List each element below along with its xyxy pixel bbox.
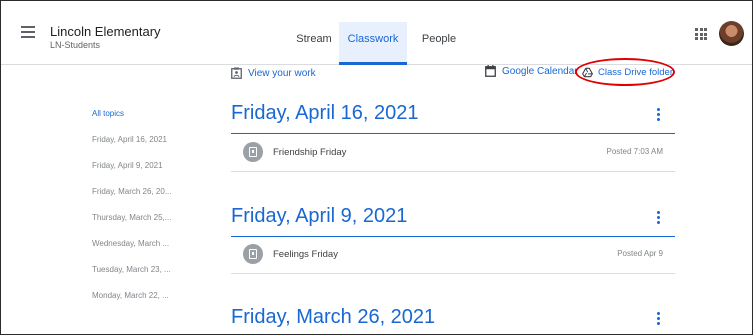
item-posted-time: Posted 7:03 AM (606, 147, 663, 156)
tab-classwork[interactable]: Classwork (339, 22, 407, 65)
google-calendar-link[interactable]: Google Calendar (485, 65, 578, 77)
google-calendar-label: Google Calendar (502, 65, 578, 77)
view-work-icon (231, 67, 242, 79)
view-your-work-link[interactable]: View your work (231, 66, 316, 80)
view-your-work-label: View your work (248, 67, 316, 79)
calendar-icon (485, 65, 496, 77)
topic-all[interactable]: All topics (92, 109, 171, 135)
tab-stream[interactable]: Stream (291, 22, 337, 65)
topic-item[interactable]: Wednesday, March ... (92, 239, 171, 265)
list-item[interactable]: Friendship Friday Posted 7:03 AM (231, 136, 675, 170)
topic-heading: Friday, April 16, 2021 (231, 102, 419, 124)
apps-grid-icon[interactable] (695, 28, 707, 40)
item-title: Friendship Friday (273, 147, 347, 158)
more-vert-icon[interactable] (657, 211, 661, 225)
class-section: LN-Students (50, 40, 101, 50)
list-item[interactable]: Feelings Friday Posted Apr 9 (231, 238, 675, 272)
assignment-icon (243, 142, 263, 162)
topic-heading: Friday, March 26, 2021 (231, 306, 436, 328)
class-drive-folder-label: Class Drive folder (598, 66, 673, 78)
more-vert-icon[interactable] (657, 312, 661, 326)
topics-nav: All topics Friday, April 16, 2021 Friday… (92, 109, 171, 317)
class-name[interactable]: Lincoln Elementary (50, 24, 161, 39)
item-divider (231, 273, 675, 274)
topic-item[interactable]: Tuesday, March 23, ... (92, 265, 171, 291)
topic-item[interactable]: Friday, March 26, 20... (92, 187, 171, 213)
item-posted-time: Posted Apr 9 (617, 249, 663, 258)
drive-icon (582, 67, 593, 77)
topic-item[interactable]: Thursday, March 25,... (92, 213, 171, 239)
avatar[interactable] (719, 21, 744, 46)
menu-icon[interactable] (21, 26, 35, 38)
assignment-icon (243, 244, 263, 264)
topic-item[interactable]: Friday, April 9, 2021 (92, 161, 171, 187)
item-divider (231, 171, 675, 172)
topic-divider (231, 133, 675, 134)
top-app-bar: Lincoln Elementary LN-Students Stream Cl… (1, 1, 752, 65)
topic-divider (231, 236, 675, 237)
topic-item[interactable]: Monday, March 22, ... (92, 291, 171, 317)
item-title: Feelings Friday (273, 249, 338, 260)
tab-people[interactable]: People (419, 22, 459, 65)
more-vert-icon[interactable] (657, 108, 661, 122)
topic-heading: Friday, April 9, 2021 (231, 205, 408, 227)
topic-item[interactable]: Friday, April 16, 2021 (92, 135, 171, 161)
class-drive-folder-link[interactable]: Class Drive folder (575, 58, 675, 86)
